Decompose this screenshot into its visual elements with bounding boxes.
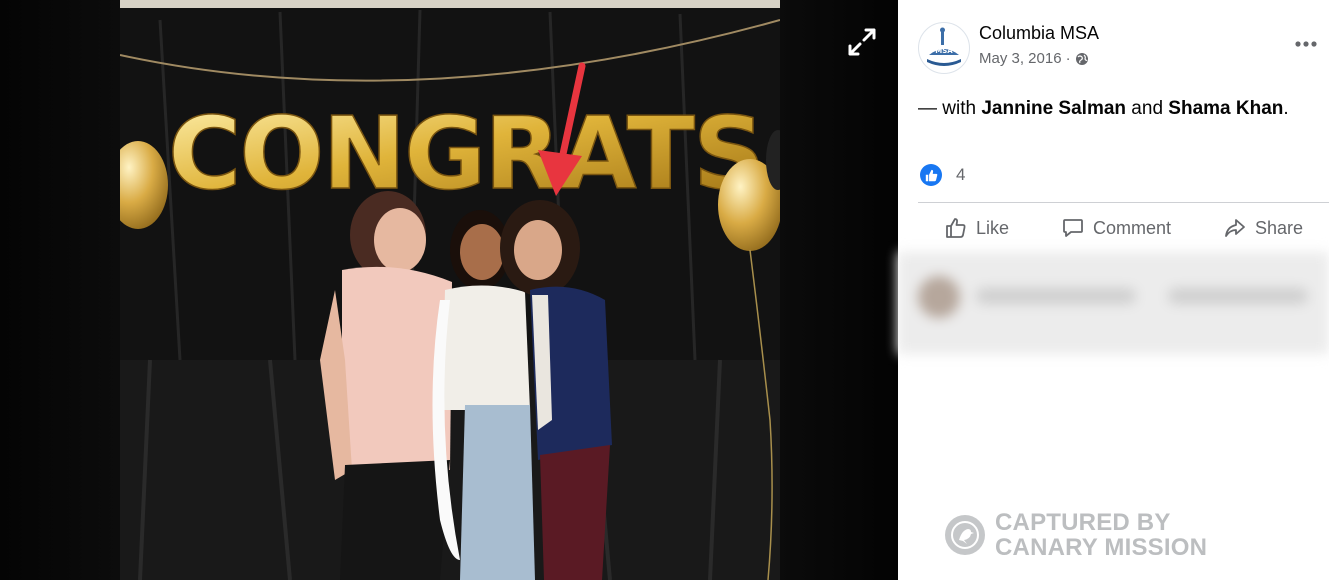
- share-icon: [1225, 219, 1245, 237]
- reaction-count[interactable]: 4: [956, 165, 965, 185]
- more-options-button[interactable]: [1293, 32, 1319, 56]
- page-name-link[interactable]: Columbia MSA: [979, 23, 1099, 44]
- tagged-person-link[interactable]: Shama Khan: [1168, 98, 1283, 119]
- commenter-avatar: [918, 276, 960, 318]
- post-actions: Like Comment Share: [918, 206, 1329, 250]
- thumbs-up-icon: [946, 218, 966, 238]
- comment-icon: [1063, 219, 1083, 237]
- caption-join: and: [1126, 98, 1169, 119]
- more-options-icon: [1295, 41, 1317, 47]
- expand-button[interactable]: [842, 22, 882, 62]
- bird-icon: [945, 515, 985, 555]
- meta-separator: ·: [1065, 50, 1071, 67]
- viewer-backdrop-left: [0, 0, 120, 580]
- comment-button[interactable]: Comment: [1051, 210, 1181, 246]
- divider: [918, 202, 1329, 203]
- watermark-line-1: CAPTURED BY: [995, 509, 1171, 536]
- blurred-text: [1168, 288, 1308, 304]
- avatar-logo-text: MSA: [935, 47, 953, 55]
- congrats-banner-text: CONGRATS: [168, 95, 763, 212]
- watermark-text: CAPTURED BY CANARY MISSION: [995, 510, 1207, 560]
- caption-end: .: [1283, 98, 1289, 119]
- msa-logo-icon: MSA: [927, 27, 961, 66]
- post-caption: — with Jannine Salman and Shama Khan.: [918, 98, 1289, 120]
- post-date[interactable]: May 3, 2016: [979, 50, 1062, 67]
- post-details-panel: MSA Columbia MSA May 3, 2016 · — with Ja…: [898, 0, 1329, 580]
- blurred-text: [976, 288, 1136, 304]
- watermark: CAPTURED BY CANARY MISSION: [945, 510, 1207, 560]
- share-label: Share: [1254, 217, 1303, 238]
- like-reaction-icon: [920, 164, 942, 186]
- blurred-comment: [898, 252, 1329, 354]
- watermark-line-2: CANARY MISSION: [995, 534, 1208, 561]
- viewer-backdrop-right: [780, 0, 898, 580]
- share-button[interactable]: Share: [1213, 210, 1313, 246]
- tagged-person-link[interactable]: Jannine Salman: [981, 98, 1126, 119]
- caption-prefix: — with: [918, 98, 982, 119]
- reactions-summary[interactable]: 4: [920, 164, 965, 186]
- globe-icon[interactable]: [1075, 52, 1089, 66]
- expand-icon: [848, 28, 876, 56]
- like-button[interactable]: Like: [934, 210, 1019, 246]
- comment-label: Comment: [1092, 217, 1171, 238]
- page-avatar[interactable]: MSA: [918, 22, 970, 74]
- post-meta: May 3, 2016 ·: [979, 50, 1089, 67]
- photo-viewer: CONGRATS: [0, 0, 898, 580]
- like-label: Like: [975, 217, 1009, 238]
- post-photo[interactable]: CONGRATS: [120, 0, 780, 580]
